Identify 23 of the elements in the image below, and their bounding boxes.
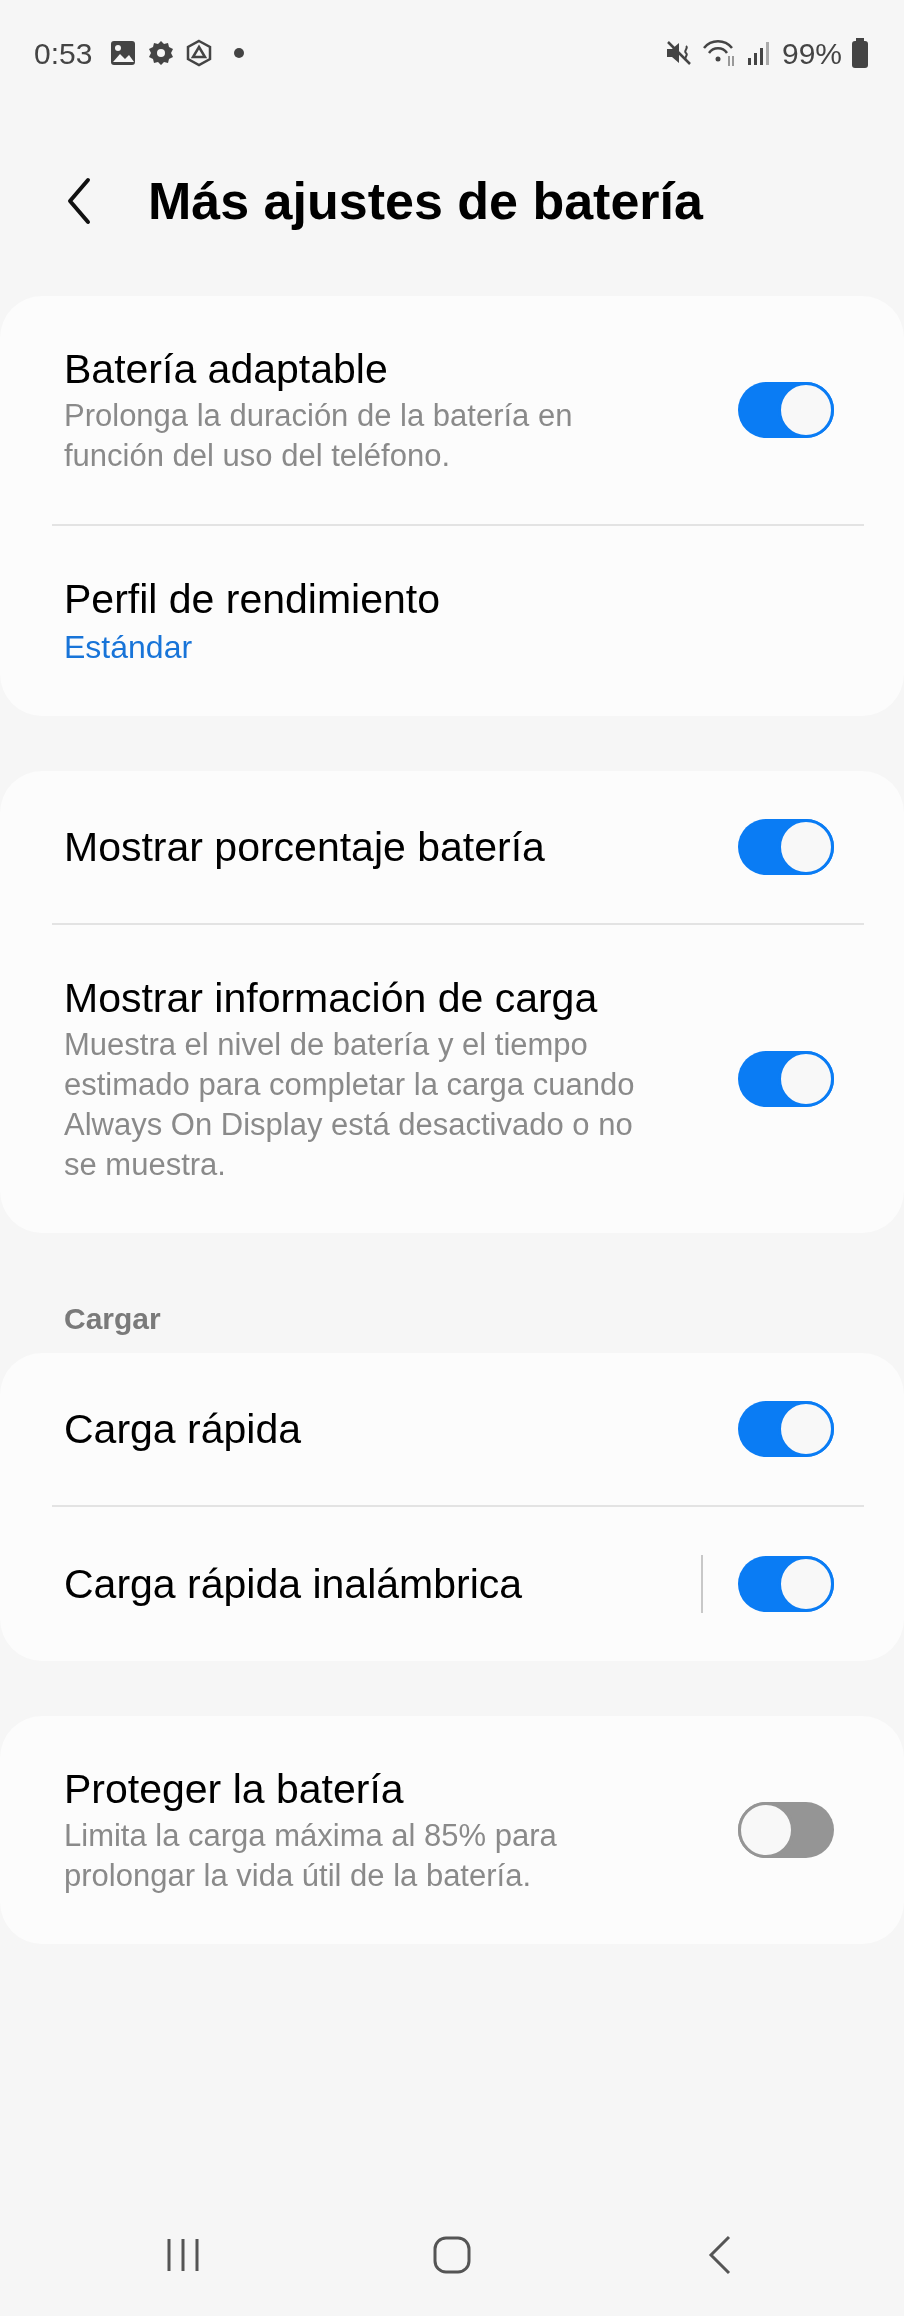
section-header: Cargar: [63, 1301, 162, 1337]
setting-title: Mostrar porcentaje batería: [64, 823, 546, 872]
setting-title: Mostrar información de carga: [64, 974, 599, 1023]
toggle-switch[interactable]: [738, 382, 834, 438]
toggle-switch[interactable]: [738, 819, 834, 875]
toggle-switch[interactable]: [738, 1051, 834, 1107]
page-title: Más ajustes de batería: [148, 171, 703, 232]
clock-time: 0:53: [34, 35, 93, 72]
toggle-switch[interactable]: [738, 1401, 834, 1457]
battery-percentage: 99%: [781, 35, 842, 72]
setting-title: Perfil de rendimiento: [64, 575, 442, 624]
setting-title: Carga rápida inalámbrica: [64, 1560, 524, 1609]
setting-description: Limita la carga máxima al 85% para prolongar la vida útil de la batería.: [64, 1817, 558, 1895]
setting-description: Muestra el nivel de batería y el tiempo estimado para completar la carga cuando Always On Display está desactivado o no se muestra.: [64, 1026, 636, 1184]
setting-description: Prolonga la duración de la batería en función del uso del teléfono.: [64, 397, 574, 475]
setting-value: Estándar: [64, 628, 194, 667]
setting-title: Carga rápida: [64, 1405, 303, 1454]
toggle-switch[interactable]: [738, 1556, 834, 1612]
dot-icon: [234, 48, 245, 58]
toggle-switch[interactable]: [738, 1802, 834, 1858]
battery-icon: [850, 37, 870, 69]
setting-title: Batería adaptable: [64, 345, 389, 394]
setting-title: Proteger la batería: [64, 1765, 405, 1814]
